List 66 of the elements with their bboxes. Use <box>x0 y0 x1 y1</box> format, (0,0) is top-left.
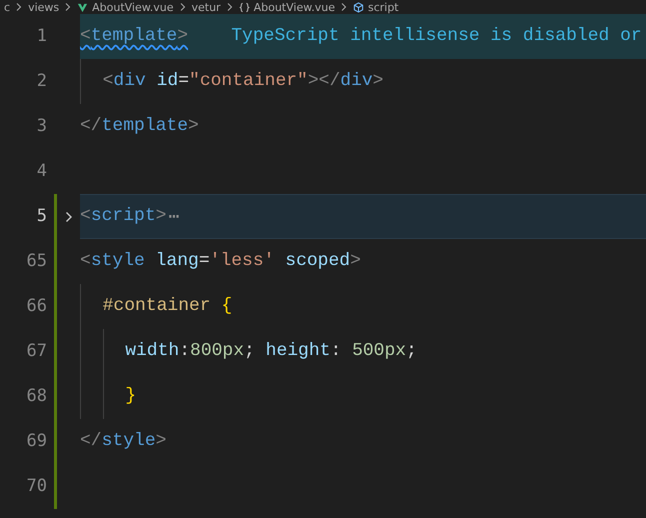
fold-ellipsis[interactable]: ⋯ <box>168 206 180 228</box>
code-token: div <box>113 70 146 93</box>
code-token: height <box>264 340 330 363</box>
line-number: 65 <box>26 250 47 273</box>
cube-icon <box>352 2 364 12</box>
code-token: #container <box>102 295 211 318</box>
code-token: ; <box>244 340 255 363</box>
code-token: "container" <box>189 70 308 93</box>
code-token: < <box>102 70 114 93</box>
code-token: </ <box>80 430 102 453</box>
code-token: lang <box>154 250 199 273</box>
code-token: id <box>156 70 178 93</box>
chevron-icon <box>180 3 186 11</box>
breadcrumb-item[interactable]: script <box>368 0 399 14</box>
code-token: ; <box>406 340 417 363</box>
line-number: 3 <box>36 115 47 138</box>
line-number: 67 <box>26 340 47 363</box>
code-token: : <box>330 340 342 363</box>
braces-icon <box>238 2 250 12</box>
inline-hint: TypeScript intellisense is disabled or <box>230 25 642 48</box>
code-token: > <box>156 430 166 453</box>
code-token: > <box>350 250 361 273</box>
code-token: 'less' <box>210 250 274 273</box>
code-token: > <box>188 115 199 138</box>
line-number: 69 <box>26 430 47 453</box>
code-token: = <box>198 250 210 273</box>
code-token: < <box>80 205 91 228</box>
breadcrumb-item[interactable]: AboutView.vue <box>92 0 174 14</box>
chevron-icon <box>340 3 347 11</box>
chevron-icon <box>65 3 72 11</box>
code-token: > <box>372 70 384 93</box>
code-token: template <box>102 115 188 138</box>
code-token: } <box>125 385 136 408</box>
code-token: > <box>156 205 166 228</box>
code-token: = <box>178 70 190 93</box>
code-token: </ <box>80 115 102 138</box>
code-token: width <box>125 340 180 363</box>
line-number: 2 <box>36 70 47 93</box>
code-token: : <box>179 340 190 363</box>
line-number: 1 <box>36 25 47 48</box>
code-token: template <box>90 25 178 48</box>
line-number: 66 <box>26 295 47 318</box>
code-token: ></ <box>308 70 340 93</box>
code-token: 800px <box>190 340 244 363</box>
code-token: > <box>177 25 188 48</box>
code-token: div <box>340 70 373 93</box>
code-token: scoped <box>284 250 350 273</box>
breadcrumb-item[interactable]: AboutView.vue <box>254 0 335 14</box>
line-number: 5 <box>36 205 47 228</box>
code-token: < <box>80 25 91 48</box>
line-number: 68 <box>26 385 47 408</box>
chevron-icon <box>226 3 233 11</box>
code-token: style <box>102 430 156 453</box>
breadcrumb-item[interactable]: views <box>28 0 60 14</box>
chevron-icon <box>16 3 22 11</box>
code-token: < <box>80 250 91 273</box>
code-token: { <box>220 295 232 318</box>
code-token: script <box>90 205 156 228</box>
line-number: 70 <box>26 475 47 498</box>
code-token: style <box>90 250 145 273</box>
vue-file-icon <box>77 2 88 12</box>
breadcrumb-item[interactable]: vetur <box>192 0 221 14</box>
line-number: 4 <box>36 160 47 183</box>
breadcrumb-item[interactable]: c <box>4 0 10 14</box>
code-token: 500px <box>351 340 406 363</box>
fold-chevron-icon[interactable] <box>64 210 72 222</box>
